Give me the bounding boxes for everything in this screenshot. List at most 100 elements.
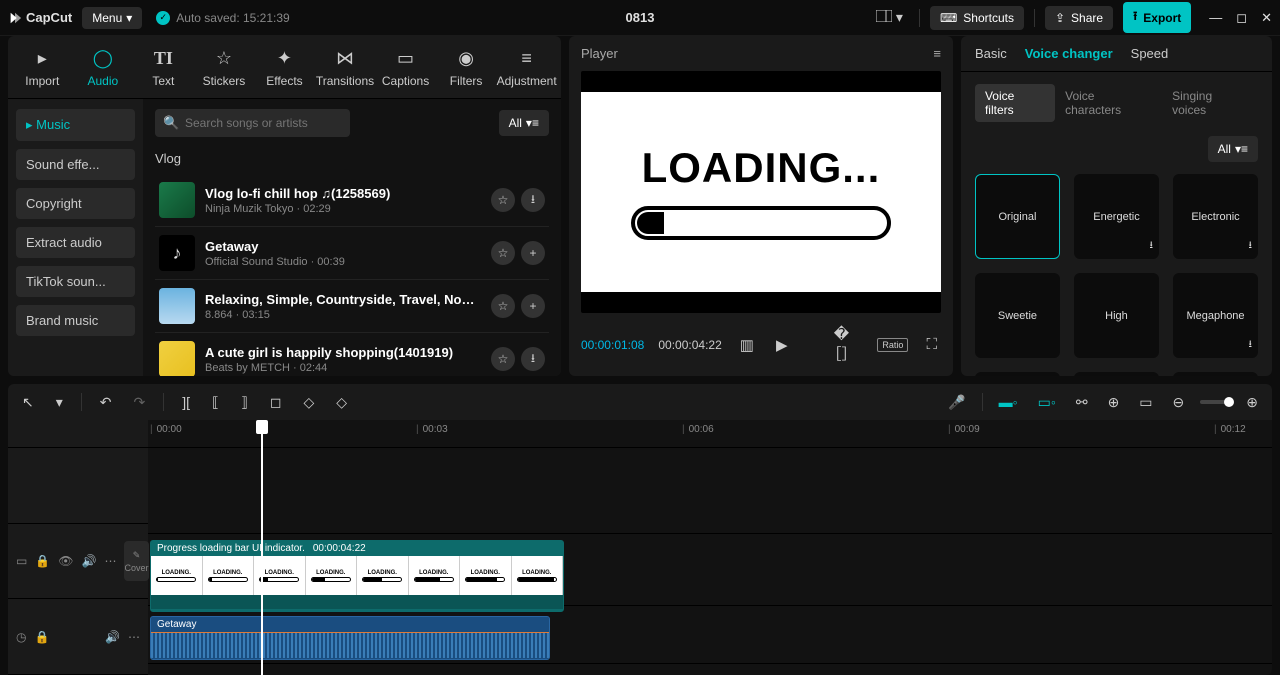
tab-speed[interactable]: Speed <box>1131 46 1169 61</box>
tab-effects[interactable]: ✦Effects <box>254 44 315 98</box>
player-menu-icon[interactable]: ≡ <box>933 46 941 61</box>
voice-item-energetic[interactable]: Energetic⭳ <box>1074 174 1159 259</box>
sidebar-item-brand-music[interactable]: Brand music <box>16 305 135 336</box>
track-item[interactable]: Relaxing, Simple, Countryside, Travel, N… <box>155 280 549 333</box>
voice-item-high[interactable]: High <box>1074 273 1159 358</box>
voice-item-sweetie[interactable]: Sweetie <box>975 273 1060 358</box>
filter-icon: ▾≡ <box>526 116 539 130</box>
redo-button[interactable]: ↷ <box>130 391 150 414</box>
player-canvas[interactable]: LOADING... <box>581 71 941 313</box>
tab-voice-changer[interactable]: Voice changer <box>1025 46 1113 61</box>
undo-button[interactable]: ↶ <box>96 391 116 414</box>
fullscreen-button[interactable]: ⛶ <box>922 334 941 355</box>
tab-basic[interactable]: Basic <box>975 46 1007 61</box>
lock-icon[interactable]: 🔒 <box>34 630 49 644</box>
crop-button[interactable]: ◻ <box>266 391 286 414</box>
track-item[interactable]: Vlog lo-fi chill hop ♫(1258569) Ninja Mu… <box>155 174 549 227</box>
minimize-button[interactable]: — <box>1209 10 1222 26</box>
export-button[interactable]: ⭱Export <box>1123 2 1191 33</box>
voice-item-electronic[interactable]: Electronic⭳ <box>1173 174 1258 259</box>
subtab-voice-characters[interactable]: Voice characters <box>1055 84 1162 122</box>
play-button[interactable]: ▶ <box>772 334 792 356</box>
subtab-singing-voices[interactable]: Singing voices <box>1162 84 1258 122</box>
ratio-button[interactable]: Ratio <box>877 338 908 352</box>
favorite-button[interactable]: ☆ <box>491 294 515 318</box>
cover-button[interactable]: ✎Cover <box>124 541 148 581</box>
tab-captions[interactable]: ▭Captions <box>375 44 436 98</box>
mic-button[interactable]: 🎤 <box>944 391 969 414</box>
zoom-in-button[interactable]: ⊕ <box>1242 391 1262 414</box>
track-item[interactable]: ♪ Getaway Official Sound Studio · 00:39 … <box>155 227 549 280</box>
search-input[interactable] <box>155 109 350 137</box>
voice-item-original[interactable]: Original <box>975 174 1060 259</box>
close-button[interactable]: ✕ <box>1261 10 1272 26</box>
clock-icon[interactable]: ◷ <box>16 630 26 644</box>
scan-button[interactable]: �［］ <box>820 323 864 366</box>
maximize-button[interactable]: ◻ <box>1236 10 1247 26</box>
track-thumb: ♪ <box>159 235 195 271</box>
mute-icon[interactable]: 🔊 <box>82 554 97 568</box>
video-clip[interactable]: Progress loading bar UI indicator.00:00:… <box>150 540 564 612</box>
link-button[interactable]: ⚯ <box>1072 391 1092 414</box>
tab-text[interactable]: TIText <box>133 44 194 98</box>
magnet-button[interactable]: ▬◦ <box>995 391 1022 413</box>
sidebar-item-copyright[interactable]: Copyright <box>16 188 135 219</box>
voice-filter-all-button[interactable]: All ▾≡ <box>1208 136 1258 162</box>
trim-left-button[interactable]: ⟦ <box>208 391 223 414</box>
media-panel: ▸Import ◯Audio TIText ☆Stickers ✦Effects… <box>8 36 561 376</box>
audio-track[interactable]: Getaway <box>148 606 1272 664</box>
voice-item-low-batter-[interactable]: Low Batter... <box>1074 372 1159 376</box>
split-button[interactable]: ]​[ <box>178 391 194 413</box>
sidebar-item-sound-effects[interactable]: Sound effe... <box>16 149 135 180</box>
pointer-dropdown[interactable]: ▾ <box>52 391 67 414</box>
tab-stickers[interactable]: ☆Stickers <box>194 44 255 98</box>
voice-item-vinyl[interactable]: Vinyl <box>1173 372 1258 376</box>
zoom-slider[interactable] <box>1200 400 1230 404</box>
share-button[interactable]: ⇪Share <box>1045 6 1113 30</box>
subtab-voice-filters[interactable]: Voice filters <box>975 84 1055 122</box>
download-button[interactable]: ⭳ <box>521 347 545 371</box>
audio-clip[interactable]: Getaway <box>150 616 550 660</box>
pointer-tool[interactable]: ↖ <box>18 391 38 414</box>
align-button[interactable]: ⊕ <box>1104 391 1124 414</box>
voice-item-megaphone[interactable]: Megaphone⭳ <box>1173 273 1258 358</box>
playhead[interactable] <box>261 420 263 675</box>
video-track[interactable]: Progress loading bar UI indicator.00:00:… <box>148 534 1272 606</box>
favorite-button[interactable]: ☆ <box>491 347 515 371</box>
tab-adjustment[interactable]: ≡Adjustment <box>496 44 557 98</box>
preview-button[interactable]: ▭ <box>1135 391 1156 414</box>
timeline-ruler[interactable]: 00:00 00:03 00:06 00:09 00:12 <box>148 420 1272 448</box>
tab-audio[interactable]: ◯Audio <box>73 44 134 98</box>
tab-import[interactable]: ▸Import <box>12 44 73 98</box>
add-button[interactable]: + <box>521 294 545 318</box>
menu-button[interactable]: Menu▾ <box>82 7 142 29</box>
voice-item-low[interactable]: Low <box>975 372 1060 376</box>
favorite-button[interactable]: ☆ <box>491 188 515 212</box>
track-item[interactable]: A cute girl is happily shopping(1401919)… <box>155 333 549 376</box>
compare-button[interactable]: ▥ <box>736 334 758 356</box>
sidebar-item-tiktok-sounds[interactable]: TikTok soun... <box>16 266 135 297</box>
favorite-button[interactable]: ☆ <box>491 241 515 265</box>
sidebar-item-music[interactable]: ▸ Music <box>16 109 135 141</box>
collapse-icon[interactable]: ▭ <box>16 554 27 568</box>
download-button[interactable]: ⭳ <box>521 188 545 212</box>
tab-transitions[interactable]: ⋈Transitions <box>315 44 376 98</box>
trim-right-button[interactable]: ⟧ <box>237 391 252 414</box>
lock-icon[interactable]: 🔒 <box>35 554 50 568</box>
filter-all-button[interactable]: All ▾≡ <box>499 110 549 136</box>
tab-filters[interactable]: ◉Filters <box>436 44 497 98</box>
shortcuts-button[interactable]: ⌨Shortcuts <box>930 6 1024 30</box>
eye-icon[interactable]: 👁 <box>58 554 73 568</box>
spacer-track[interactable] <box>148 448 1272 534</box>
add-button[interactable]: + <box>521 241 545 265</box>
more-icon[interactable]: ⋯ <box>128 630 140 644</box>
marker-in-button[interactable]: ◇ <box>300 391 319 414</box>
mute-icon[interactable]: 🔊 <box>105 630 120 644</box>
marker-button[interactable]: ◇ <box>332 391 351 414</box>
more-icon[interactable]: ⋯ <box>104 554 116 568</box>
layout-button[interactable]: ▾ <box>870 5 909 30</box>
zoom-out-button[interactable]: ⊖ <box>1169 391 1189 414</box>
timeline-body[interactable]: 00:00 00:03 00:06 00:09 00:12 Progress l… <box>148 420 1272 675</box>
link-preview-button[interactable]: ▭◦ <box>1034 391 1060 414</box>
sidebar-item-extract-audio[interactable]: Extract audio <box>16 227 135 258</box>
